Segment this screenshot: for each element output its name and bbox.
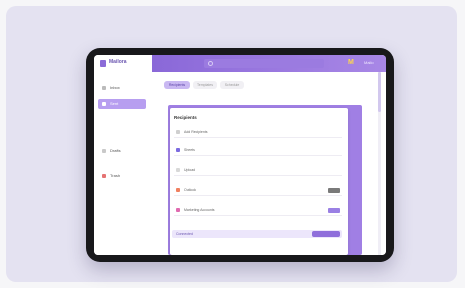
status-badge <box>328 208 340 213</box>
list-item[interactable]: Marketing Accounts <box>174 206 342 216</box>
tab-schedule[interactable]: Schedule <box>220 81 244 89</box>
sidebar-item-sent[interactable]: Sent <box>98 99 146 109</box>
mail-icon <box>102 85 106 90</box>
status-badge <box>328 188 340 193</box>
list-icon <box>176 208 180 213</box>
scrollbar-thumb[interactable] <box>378 72 381 112</box>
row-label: Add Recipients <box>184 130 208 134</box>
sidebar-item-inbox[interactable]: Inbox <box>98 83 146 93</box>
sidebar-item-label: Drafts <box>110 148 121 153</box>
send-icon <box>102 101 106 106</box>
sidebar-item-trash[interactable]: Trash <box>98 171 146 181</box>
recipients-panel: Recipients Add Recipients Sheets Upload … <box>170 108 348 255</box>
row-label: Upload <box>184 168 196 172</box>
connect-button[interactable] <box>312 231 340 237</box>
list-item[interactable]: Sheets <box>174 146 342 156</box>
user-icon <box>176 130 180 135</box>
upload-icon <box>176 168 180 173</box>
panel-title: Recipients <box>174 115 197 120</box>
draft-icon <box>102 148 106 153</box>
app-screen: Mailora M Mailo Inbox Sent Drafts Trash … <box>94 55 386 255</box>
search-icon <box>208 61 213 66</box>
trash-icon <box>102 173 106 178</box>
outlook-icon <box>176 188 180 193</box>
scrollbar[interactable] <box>378 72 381 255</box>
sidebar: Inbox Sent Drafts Trash <box>94 72 152 255</box>
brand[interactable]: Mailora <box>94 55 152 72</box>
logo-icon <box>100 60 106 67</box>
gmail-icon[interactable]: M <box>348 59 358 67</box>
row-label: Sheets <box>184 148 195 152</box>
sidebar-item-drafts[interactable]: Drafts <box>98 146 146 156</box>
tab-templates[interactable]: Templates <box>193 81 217 89</box>
connected-row: Connected <box>172 230 342 238</box>
tablet-frame: Mailora M Mailo Inbox Sent Drafts Trash … <box>86 48 394 262</box>
search-input[interactable] <box>204 59 324 68</box>
background-card: Mailora M Mailo Inbox Sent Drafts Trash … <box>6 6 457 282</box>
footer-label: Connected <box>176 232 193 236</box>
list-item[interactable]: Outlook <box>174 186 342 196</box>
sidebar-item-label: Inbox <box>110 85 120 90</box>
brand-name: Mailora <box>109 59 127 65</box>
sidebar-item-label: Trash <box>110 173 121 178</box>
row-label: Outlook <box>184 188 197 192</box>
sidebar-item-label: Sent <box>110 101 119 106</box>
main-content: Recipients Templates Schedule Recipients… <box>152 72 386 255</box>
tab-recipients[interactable]: Recipients <box>164 81 190 89</box>
sheet-icon <box>176 148 180 153</box>
list-item[interactable]: Upload <box>174 166 342 176</box>
list-item[interactable]: Add Recipients <box>174 128 342 138</box>
top-bar: Mailora M Mailo <box>94 55 386 72</box>
row-label: Marketing Accounts <box>184 208 215 212</box>
user-label[interactable]: Mailo <box>364 60 374 65</box>
